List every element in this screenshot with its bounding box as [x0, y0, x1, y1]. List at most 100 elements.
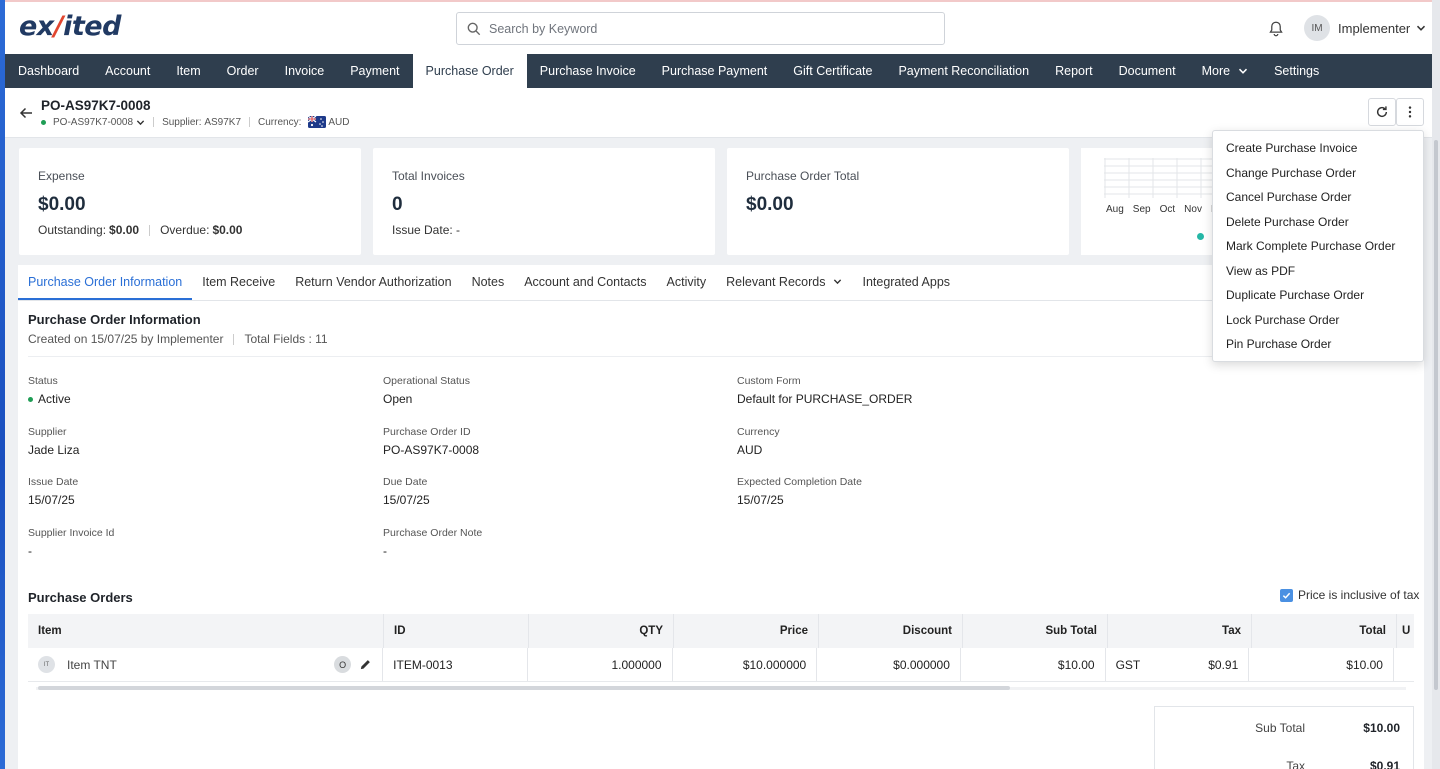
- menu-mark-complete-purchase-order[interactable]: Mark Complete Purchase Order: [1213, 234, 1423, 259]
- menu-delete-purchase-order[interactable]: Delete Purchase Order: [1213, 210, 1423, 235]
- chevron-down-icon: [1239, 68, 1248, 74]
- back-arrow-icon[interactable]: [19, 106, 33, 120]
- nav-account[interactable]: Account: [92, 54, 163, 88]
- menu-view-as-pdf[interactable]: View as PDF: [1213, 259, 1423, 284]
- tax-label: Tax: [1286, 759, 1305, 769]
- outstanding-label: Outstanding:: [38, 223, 107, 237]
- col-tax[interactable]: Tax: [1108, 614, 1252, 648]
- tab-notes[interactable]: Notes: [462, 265, 515, 300]
- record-select[interactable]: PO-AS97K7-0008: [53, 117, 133, 128]
- bell-icon[interactable]: [1267, 20, 1285, 38]
- col-total[interactable]: Total: [1252, 614, 1397, 648]
- subtotal-row: Sub Total $10.00: [1155, 721, 1413, 735]
- nav-document[interactable]: Document: [1106, 54, 1189, 88]
- po-total-value: $0.00: [746, 194, 794, 215]
- field-value: Open: [383, 392, 413, 406]
- user-menu[interactable]: IM Implementer: [1304, 15, 1426, 41]
- table-horizontal-scrollbar[interactable]: [28, 685, 1414, 691]
- cell-tax: GST $0.91: [1106, 648, 1250, 681]
- field-value: Jade Liza: [28, 443, 80, 457]
- tab-account-and-contacts[interactable]: Account and Contacts: [514, 265, 656, 300]
- field-status: Status Active: [28, 375, 358, 406]
- scroll-thumb[interactable]: [38, 686, 1010, 690]
- tax-code: GST: [1115, 657, 1141, 672]
- tax-inclusive-checkbox[interactable]: Price is inclusive of tax: [1280, 588, 1419, 602]
- status-dot: [28, 396, 33, 402]
- expense-label: Expense: [38, 169, 85, 183]
- nav-payment-reconciliation[interactable]: Payment Reconciliation: [885, 54, 1042, 88]
- outstanding-value: $0.00: [109, 223, 140, 237]
- cell-qty: 1.000000: [528, 648, 673, 681]
- nav-dashboard[interactable]: Dashboard: [5, 54, 92, 88]
- chart-x-axis: Aug Sep Oct Nov D: [1106, 204, 1221, 215]
- purchase-orders-title: Purchase Orders: [28, 590, 133, 605]
- nav-gift-certificate[interactable]: Gift Certificate: [780, 54, 885, 88]
- nav-report[interactable]: Report: [1042, 54, 1106, 88]
- chevron-down-icon[interactable]: [136, 118, 145, 127]
- user-name: Implementer: [1338, 20, 1411, 36]
- col-price[interactable]: Price: [674, 614, 819, 648]
- tab-activity[interactable]: Activity: [657, 265, 717, 300]
- tab-return-vendor-authorization[interactable]: Return Vendor Authorization: [285, 265, 461, 300]
- item-name[interactable]: Item TNT: [67, 658, 117, 672]
- page-scrollbar[interactable]: [1432, 0, 1440, 769]
- expense-value: $0.00: [38, 194, 86, 215]
- col-id[interactable]: ID: [384, 614, 529, 648]
- menu-lock-purchase-order[interactable]: Lock Purchase Order: [1213, 308, 1423, 333]
- tab-relevant-records[interactable]: Relevant Records: [716, 265, 852, 300]
- created-info: Created on 15/07/25 by Implementer: [28, 332, 224, 346]
- col-item[interactable]: Item: [28, 614, 384, 648]
- divider: [149, 224, 151, 236]
- nav-invoice[interactable]: Invoice: [272, 54, 338, 88]
- nav-more[interactable]: More: [1189, 54, 1261, 88]
- field-value: Default for PURCHASE_ORDER: [737, 392, 913, 406]
- tab-purchase-order-information[interactable]: Purchase Order Information: [18, 265, 193, 300]
- menu-change-purchase-order[interactable]: Change Purchase Order: [1213, 161, 1423, 186]
- total-fields: Total Fields : 11: [244, 332, 328, 346]
- nav-settings[interactable]: Settings: [1261, 54, 1332, 88]
- cell-item: IT Item TNT O: [28, 648, 384, 681]
- tax-value: $0.91: [1369, 759, 1400, 769]
- menu-create-purchase-invoice[interactable]: Create Purchase Invoice: [1213, 136, 1423, 161]
- nav-purchase-payment[interactable]: Purchase Payment: [649, 54, 781, 88]
- refresh-button[interactable]: [1368, 98, 1396, 126]
- divider: [28, 356, 1414, 357]
- field-supplier: Supplier Jade Liza: [28, 426, 358, 457]
- section-subtitle: Created on 15/07/25 by Implementer Total…: [28, 332, 328, 346]
- nav-order[interactable]: Order: [214, 54, 272, 88]
- tax-amount: $0.91: [1208, 657, 1239, 672]
- menu-pin-purchase-order[interactable]: Pin Purchase Order: [1213, 332, 1423, 357]
- field-value: -: [28, 544, 32, 558]
- page-title: PO-AS97K7-0008: [41, 98, 151, 113]
- cell-total: $10.00: [1249, 648, 1394, 681]
- field-label: Status: [28, 375, 58, 387]
- col-subtotal[interactable]: Sub Total: [963, 614, 1108, 648]
- checkbox-checked-icon[interactable]: [1280, 588, 1293, 602]
- scroll-thumb[interactable]: [1434, 140, 1438, 690]
- supplier-value: AS97K7: [204, 116, 242, 128]
- more-actions-button[interactable]: [1396, 98, 1424, 126]
- pencil-icon[interactable]: [359, 658, 372, 671]
- field-label: Supplier Invoice Id: [28, 527, 115, 539]
- nav-purchase-order[interactable]: Purchase Order: [412, 54, 527, 88]
- field-value: -: [383, 544, 387, 558]
- nav-item[interactable]: Item: [163, 54, 213, 88]
- table-row[interactable]: IT Item TNT O ITEM-0013 1.000000 $10.000…: [28, 648, 1414, 682]
- field-supplier-invoice-id: Supplier Invoice Id -: [28, 527, 358, 558]
- menu-cancel-purchase-order[interactable]: Cancel Purchase Order: [1213, 185, 1423, 210]
- issue-date-details: Issue Date: -: [392, 223, 460, 237]
- menu-duplicate-purchase-order[interactable]: Duplicate Purchase Order: [1213, 283, 1423, 308]
- col-qty[interactable]: QTY: [529, 614, 674, 648]
- tab-item-receive[interactable]: Item Receive: [192, 265, 285, 300]
- currency-label: Currency:: [258, 116, 302, 128]
- brand-logo[interactable]: ex/ited: [19, 11, 121, 42]
- field-label: Due Date: [383, 476, 428, 488]
- search-box[interactable]: [456, 12, 945, 45]
- tab-integrated-apps[interactable]: Integrated Apps: [852, 265, 960, 300]
- nav-payment[interactable]: Payment: [337, 54, 412, 88]
- nav-purchase-invoice[interactable]: Purchase Invoice: [527, 54, 649, 88]
- col-discount[interactable]: Discount: [819, 614, 963, 648]
- search-input[interactable]: [489, 21, 909, 36]
- col-unit[interactable]: U: [1397, 614, 1414, 648]
- section-title: Purchase Order Information: [28, 312, 201, 327]
